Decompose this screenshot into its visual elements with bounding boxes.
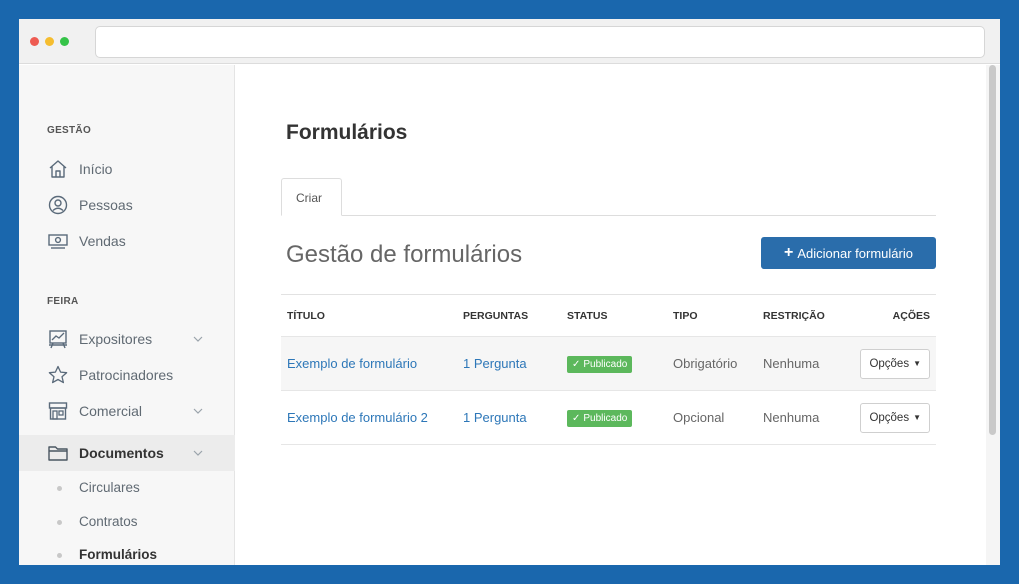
address-bar[interactable]	[95, 26, 985, 58]
column-header-questions[interactable]: PERGUNTAS	[457, 295, 561, 337]
sidebar-section-feira: FEIRA	[47, 296, 79, 307]
browser-titlebar	[19, 19, 1000, 64]
status-label: Publicado	[583, 412, 628, 424]
type-cell: Opcional	[673, 410, 725, 425]
status-cell: ✓ Publicado	[561, 337, 667, 391]
add-form-button[interactable]: + Adicionar formulário	[761, 237, 936, 269]
status-badge: ✓ Publicado	[567, 355, 633, 373]
sidebar-item-label: Documentos	[79, 445, 164, 461]
tab-criar[interactable]: Criar	[281, 178, 342, 216]
status-cell: ✓ Publicado	[561, 391, 667, 445]
star-icon	[48, 365, 68, 384]
status-badge: ✓ Publicado	[567, 409, 633, 427]
sidebar-item-label: Vendas	[79, 233, 126, 249]
sidebar-item-inicio[interactable]: Início	[19, 151, 235, 187]
minimize-window-button[interactable]	[45, 37, 54, 46]
forms-table: TÍTULO PERGUNTAS STATUS TIPO RESTRIÇÃO A…	[281, 294, 936, 445]
sidebar-item-label: Pessoas	[79, 197, 133, 213]
actions-cell: Opções ▼	[847, 391, 936, 445]
check-icon: ✓	[572, 358, 581, 370]
column-header-restriction[interactable]: RESTRIÇÃO	[757, 295, 847, 337]
scrollbar-thumb[interactable]	[989, 65, 996, 435]
questions-link[interactable]: 1 Pergunta	[457, 337, 561, 391]
type-cell: Obrigatório	[673, 356, 738, 371]
sidebar-section-gestao: GESTÃO	[47, 125, 92, 136]
vertical-scrollbar[interactable]	[986, 65, 1000, 565]
options-label: Opções	[869, 357, 910, 370]
sidebar-item-label: Expositores	[79, 331, 153, 347]
table-header-row: TÍTULO PERGUNTAS STATUS TIPO RESTRIÇÃO A…	[281, 294, 936, 337]
questions-link[interactable]: 1 Pergunta	[457, 391, 561, 445]
sidebar-item-label: Comercial	[79, 403, 143, 419]
sidebar-item-comercial[interactable]: Comercial	[19, 393, 235, 429]
bullet-icon	[57, 486, 62, 491]
table-row: Exemplo de formulário 2 1 Pergunta ✓ Publ…	[281, 390, 936, 445]
column-header-status[interactable]: STATUS	[561, 295, 667, 337]
chart-board-icon	[49, 330, 67, 349]
column-header-actions: AÇÕES	[892, 309, 930, 322]
close-window-button[interactable]	[30, 37, 39, 46]
sidebar-subitem-label: Circulares	[79, 480, 140, 495]
sidebar-item-label: Patrocinadores	[79, 367, 174, 383]
storefront-icon	[48, 402, 68, 420]
maximize-window-button[interactable]	[60, 37, 69, 46]
status-label: Publicado	[583, 358, 628, 370]
sidebar-item-expositores[interactable]: Expositores	[19, 321, 235, 357]
money-icon	[48, 234, 68, 249]
table-row: Exemplo de formulário 1 Pergunta ✓ Public…	[281, 336, 936, 391]
check-icon: ✓	[572, 412, 581, 424]
sidebar-subitem-formularios[interactable]: Formulários	[19, 541, 235, 565]
caret-down-icon: ▼	[913, 359, 921, 368]
page-title: Formulários	[286, 121, 408, 144]
restriction-cell: Nenhuma	[763, 356, 820, 371]
restriction-cell: Nenhuma	[763, 410, 820, 425]
sidebar-item-vendas[interactable]: Vendas	[19, 223, 235, 259]
options-label: Opções	[869, 411, 910, 424]
sidebar-subitem-circulares[interactable]: Circulares	[19, 474, 235, 502]
options-dropdown-button[interactable]: Opções ▼	[860, 402, 930, 433]
caret-down-icon: ▼	[913, 413, 921, 422]
browser-window: GESTÃO Início Pessoas Vendas FEIRA Expos…	[19, 19, 1000, 565]
column-header-type[interactable]: TIPO	[667, 295, 757, 337]
column-header-title[interactable]: TÍTULO	[281, 295, 457, 337]
actions-cell: Opções ▼	[847, 337, 936, 391]
bullet-icon	[57, 553, 62, 558]
sidebar-item-label: Início	[79, 161, 113, 177]
section-title: Gestão de formulários	[286, 241, 523, 268]
folder-icon	[48, 446, 68, 461]
tab-label: Criar	[296, 191, 322, 205]
main-content: Formulários Criar Gestão de formulários …	[236, 65, 986, 565]
plus-icon: +	[784, 244, 794, 261]
sidebar-subitem-contratos[interactable]: Contratos	[19, 508, 235, 536]
chevron-down-icon	[193, 450, 203, 456]
home-icon	[49, 160, 67, 178]
sidebar-subitem-label: Formulários	[79, 547, 158, 562]
form-title-link[interactable]: Exemplo de formulário	[281, 337, 457, 391]
chevron-down-icon	[193, 336, 203, 342]
sidebar-item-documentos[interactable]: Documentos	[19, 435, 235, 471]
sidebar-item-pessoas[interactable]: Pessoas	[19, 187, 235, 223]
form-title-link[interactable]: Exemplo de formulário 2	[281, 391, 457, 445]
sidebar-subitem-label: Contratos	[79, 514, 138, 529]
sidebar: GESTÃO Início Pessoas Vendas FEIRA Expos…	[19, 65, 235, 565]
add-form-button-label: Adicionar formulário	[797, 245, 913, 261]
tabs-divider	[281, 215, 936, 216]
sidebar-item-patrocinadores[interactable]: Patrocinadores	[19, 357, 235, 393]
options-dropdown-button[interactable]: Opções ▼	[860, 348, 930, 379]
person-icon	[48, 195, 68, 215]
chevron-down-icon	[193, 408, 203, 414]
bullet-icon	[57, 520, 62, 525]
